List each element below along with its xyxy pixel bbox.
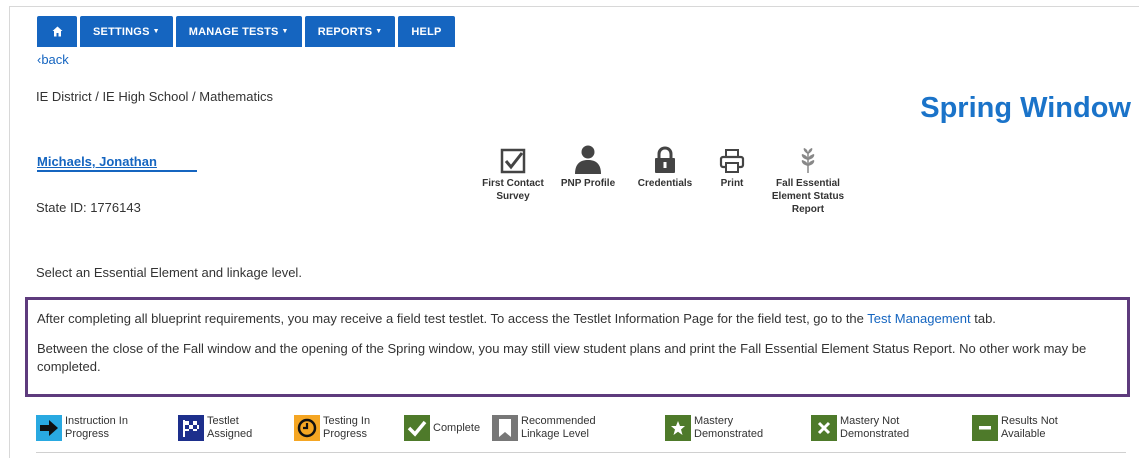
pnp-profile-button[interactable]: PNP Profile	[548, 138, 628, 216]
legend-item-instruction-in-progress: Instruction In Progress	[36, 415, 145, 441]
clock-icon	[294, 415, 320, 441]
legend-item-testing-in-progress: Testing In Progress	[294, 415, 381, 441]
arrow-right-icon	[36, 415, 62, 441]
legend-label: Instruction In Progress	[65, 415, 128, 440]
printer-icon	[719, 149, 745, 173]
nav-home-button[interactable]	[37, 16, 77, 47]
person-icon	[575, 145, 601, 174]
legend-label: Complete	[433, 421, 481, 434]
credentials-label: Credentials	[637, 178, 693, 189]
nav-settings-button[interactable]: SETTINGS ▼	[80, 16, 173, 47]
legend-item-complete: Complete	[404, 415, 480, 441]
nav-reports-label: REPORTS	[317, 25, 373, 38]
nav-help-button[interactable]: HELP	[398, 16, 455, 47]
notice-line-1-text: After completing all blueprint requireme…	[37, 311, 868, 326]
nav-reports-button[interactable]: REPORTS ▼	[304, 16, 396, 47]
state-id: State ID: 1776143	[36, 200, 141, 215]
page-title: Spring Window	[920, 92, 1131, 124]
checkmark-icon	[404, 415, 430, 441]
legend-item-mastery-demonstrated: Mastery Demonstrated	[665, 415, 764, 441]
lock-icon	[655, 146, 675, 173]
nav-settings-label: SETTINGS	[93, 25, 150, 38]
print-label: Print	[720, 178, 744, 189]
test-management-link[interactable]: Test Management	[867, 311, 970, 326]
nav-manage-tests-label: MANAGE TESTS	[188, 25, 279, 38]
caret-down-icon: ▼	[375, 28, 383, 35]
back-link[interactable]: ‹back	[37, 52, 69, 67]
bookmark-icon	[492, 415, 518, 441]
pnp-profile-label: PNP Profile	[560, 178, 616, 189]
student-toolbar: First Contact Survey PNP Profile Credent…	[478, 138, 854, 216]
caret-down-icon: ▼	[281, 28, 289, 35]
student-name-underline	[37, 170, 197, 172]
minus-icon	[972, 415, 998, 441]
first-contact-survey-label: First Contact Survey	[482, 178, 544, 202]
nav-help-label: HELP	[411, 25, 442, 38]
notice-line-1: After completing all blueprint requireme…	[37, 310, 1118, 328]
legend-item-recommended-linkage-level: Recommended Linkage Level	[492, 415, 631, 441]
star-icon	[665, 415, 691, 441]
student-name-link[interactable]: Michaels, Jonathan	[37, 154, 157, 169]
caret-down-icon: ▼	[152, 28, 160, 35]
checkbox-icon	[500, 148, 526, 174]
notice-line-2: Between the close of the Fall window and…	[37, 341, 1087, 374]
checkered-flag-icon	[178, 415, 204, 441]
leaf-icon	[801, 148, 815, 173]
credentials-button[interactable]: Credentials	[628, 138, 702, 216]
legend-item-testlet-assigned: Testlet Assigned	[178, 415, 269, 441]
breadcrumb: IE District / IE High School / Mathemati…	[36, 89, 273, 104]
legend-item-mastery-not-demonstrated: Mastery Not Demonstrated	[811, 415, 910, 441]
legend-label: Testlet Assigned	[207, 415, 253, 440]
main-nav: SETTINGS ▼ MANAGE TESTS ▼ REPORTS ▼ HELP	[37, 16, 455, 47]
fall-ee-status-report-button[interactable]: Fall Essential Element Status Report	[762, 138, 854, 216]
legend-divider	[36, 452, 1126, 453]
home-icon	[52, 26, 62, 37]
legend-item-results-not-available: Results Not Available	[972, 415, 1065, 441]
legend-label: Mastery Not Demonstrated	[840, 415, 910, 440]
notice-line-1-end: tab.	[970, 311, 996, 326]
first-contact-survey-button[interactable]: First Contact Survey	[478, 138, 548, 216]
nav-manage-tests-button[interactable]: MANAGE TESTS ▼	[175, 16, 302, 47]
fall-ee-status-report-label: Fall Essential Element Status Report	[771, 178, 845, 215]
legend-label: Recommended Linkage Level	[521, 415, 596, 440]
legend-label: Results Not Available	[1001, 415, 1058, 440]
notice-box: After completing all blueprint requireme…	[25, 297, 1130, 397]
print-button[interactable]: Print	[702, 138, 762, 216]
status-legend: Instruction In Progress Testlet Assigned…	[36, 415, 1126, 443]
x-icon	[811, 415, 837, 441]
instruction-text: Select an Essential Element and linkage …	[36, 265, 302, 280]
legend-label: Testing In Progress	[323, 415, 371, 440]
legend-label: Mastery Demonstrated	[694, 415, 764, 440]
